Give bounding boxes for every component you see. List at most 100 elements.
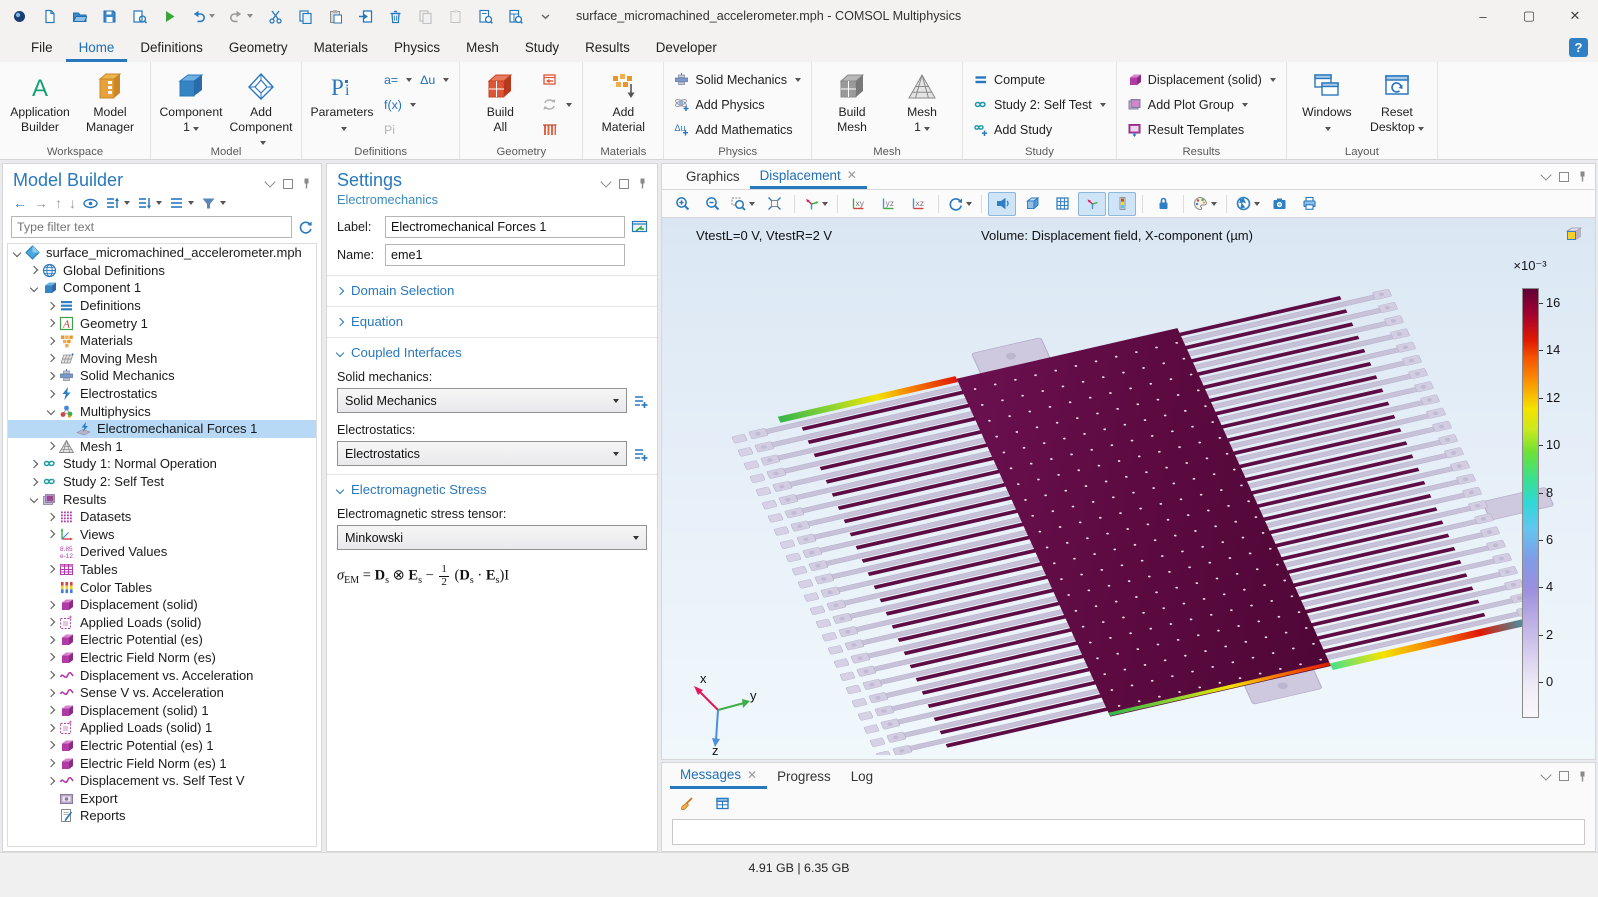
ribbon-tab-materials[interactable]: Materials xyxy=(301,35,381,62)
show-icon[interactable] xyxy=(83,196,98,211)
color-palette-icon[interactable] xyxy=(1190,192,1220,216)
solid-mechanics-select[interactable]: Solid Mechanics xyxy=(337,388,627,413)
tree-item-study-2-self-test[interactable]: Study 2: Self Test xyxy=(8,473,316,491)
tree-item-electric-field-norm-es-[interactable]: Electric Field Norm (es) xyxy=(8,649,316,667)
panel-pin-icon[interactable] xyxy=(302,178,311,189)
f(x)-button[interactable]: f(x) xyxy=(380,92,420,117)
tree-item-displacement-vs-acceleration[interactable]: Displacement vs. Acceleration xyxy=(8,666,316,684)
add-component[interactable]: AddComponent xyxy=(227,67,295,151)
ribbon-tab-physics[interactable]: Physics xyxy=(381,35,453,62)
section-electromagnetic-stress[interactable]: Electromagnetic Stress xyxy=(327,474,657,499)
move-down-icon[interactable] xyxy=(137,196,162,211)
paste-icon[interactable] xyxy=(322,4,348,28)
ribbon-collapse-icon[interactable] xyxy=(532,4,558,28)
disabled-copy-icon[interactable] xyxy=(412,4,438,28)
graphics-canvas[interactable]: VtestL=0 V, VtestR=2 V Volume: Displacem… xyxy=(661,218,1596,760)
refresh-icon[interactable] xyxy=(298,220,313,235)
ribbon-tab-definitions[interactable]: Definitions xyxy=(127,35,216,62)
tree-item-displacement-solid-[interactable]: Displacement (solid) xyxy=(8,596,316,614)
lock-icon[interactable] xyxy=(1149,192,1177,216)
close-tab-icon[interactable]: ✕ xyxy=(747,768,757,782)
importseq-button[interactable] xyxy=(538,67,562,92)
tab-log[interactable]: Log xyxy=(841,763,883,789)
parameters-button[interactable]: Pi Parameters xyxy=(308,67,376,136)
tab-progress[interactable]: Progress xyxy=(767,763,841,789)
add-study-button[interactable]: Add Study xyxy=(969,117,1110,142)
redo-icon[interactable] xyxy=(224,4,258,28)
rename-icon[interactable] xyxy=(631,219,649,235)
ribbon-tab-geometry[interactable]: Geometry xyxy=(216,35,301,62)
preview-table-icon[interactable] xyxy=(502,4,528,28)
collapse-icon[interactable] xyxy=(169,196,194,211)
up-icon[interactable]: ↑ xyxy=(55,195,62,211)
preview-doc-icon[interactable] xyxy=(472,4,498,28)
section-coupled-interfaces[interactable]: Coupled Interfaces xyxy=(327,337,657,362)
name-field[interactable] xyxy=(385,244,625,266)
close-tab-icon[interactable]: ✕ xyxy=(847,168,857,182)
tree-item-displacement-vs-self-test-v[interactable]: Displacement vs. Self Test V xyxy=(8,772,316,790)
ribbon-tab-file[interactable]: File xyxy=(18,35,66,62)
tree-item-component-1[interactable]: Component 1 xyxy=(8,279,316,297)
panel-float-icon[interactable] xyxy=(283,179,293,189)
close-button[interactable]: ✕ xyxy=(1552,0,1598,32)
add-interface-icon[interactable] xyxy=(633,446,649,462)
new-file-icon[interactable] xyxy=(36,4,62,28)
compute-button[interactable]: Compute xyxy=(969,67,1110,92)
label-field[interactable] xyxy=(385,216,625,238)
tree-item-surface-micromachined-accelerometer-mph[interactable]: surface_micromachined_accelerometer.mph xyxy=(8,244,316,262)
ribbon-tab-mesh[interactable]: Mesh xyxy=(453,35,512,62)
panel-float-icon[interactable] xyxy=(619,179,629,189)
open-table-icon[interactable] xyxy=(708,791,736,815)
save-view-icon[interactable] xyxy=(126,4,152,28)
move-up-icon[interactable] xyxy=(105,196,130,211)
zoom-extents-icon[interactable] xyxy=(760,192,788,216)
tree-item-global-definitions[interactable]: Global Definitions xyxy=(8,262,316,280)
tree-item-mesh-1[interactable]: Mesh 1 xyxy=(8,438,316,456)
copy-icon[interactable] xyxy=(292,4,318,28)
tree-item-views[interactable]: Views xyxy=(8,526,316,544)
clear-broom-icon[interactable] xyxy=(672,791,700,815)
ribbon-tab-developer[interactable]: Developer xyxy=(643,35,730,62)
panel-menu-icon[interactable] xyxy=(1540,769,1551,780)
tree-item-color-tables[interactable]: Color Tables xyxy=(8,578,316,596)
transparency-icon[interactable] xyxy=(988,192,1016,216)
environment-icon[interactable] xyxy=(1233,192,1263,216)
add-interface-icon[interactable] xyxy=(633,393,649,409)
tree-item-results[interactable]: Results xyxy=(8,490,316,508)
application-builder[interactable]: A ApplicationBuilder xyxy=(6,67,74,136)
plot-window-icon[interactable] xyxy=(1565,226,1583,242)
ribbon-tab-results[interactable]: Results xyxy=(572,35,643,62)
filter-icon[interactable] xyxy=(201,196,226,211)
save-icon[interactable] xyxy=(96,4,122,28)
rotate-icon[interactable] xyxy=(945,192,975,216)
tree-item-reports[interactable]: Reports xyxy=(8,807,316,825)
panel-pin-icon[interactable] xyxy=(638,178,647,189)
tree-item-materials[interactable]: Materials xyxy=(8,332,316,350)
add-mathematics-button[interactable]: ΔuAdd Mathematics xyxy=(670,117,805,142)
tree-item-electric-potential-es-[interactable]: Electric Potential (es) xyxy=(8,631,316,649)
tree-item-definitions[interactable]: Definitions xyxy=(8,297,316,315)
disabled-paste-icon[interactable] xyxy=(442,4,468,28)
view-xy-icon[interactable]: xy xyxy=(844,192,872,216)
panel-pin-icon[interactable] xyxy=(1578,171,1587,182)
electrostatics-select[interactable]: Electrostatics xyxy=(337,441,627,466)
section-domain-selection[interactable]: Domain Selection xyxy=(327,275,657,300)
color-legend-icon[interactable] xyxy=(1108,192,1136,216)
forward-icon[interactable]: → xyxy=(34,195,48,211)
show-axis-icon[interactable] xyxy=(1078,192,1106,216)
default-view-icon[interactable] xyxy=(801,192,831,216)
tree-item-applied-loads-solid-[interactable]: * Applied Loads (solid) xyxy=(8,613,316,631)
back-icon[interactable]: ← xyxy=(13,195,27,211)
Δu-button[interactable]: Δu xyxy=(416,67,453,92)
study-2-self-test-button[interactable]: Study 2: Self Test xyxy=(969,92,1110,117)
panel-pin-icon[interactable] xyxy=(1578,771,1587,782)
tree-item-sense-v-vs-acceleration[interactable]: Sense V vs. Acceleration xyxy=(8,684,316,702)
tree-item-electric-potential-es-1[interactable]: Electric Potential (es) 1 xyxy=(8,737,316,755)
panel-menu-icon[interactable] xyxy=(1540,169,1551,180)
tree-item-solid-mechanics[interactable]: Solid Mechanics xyxy=(8,367,316,385)
panel-float-icon[interactable] xyxy=(1559,172,1569,182)
help-icon[interactable]: ? xyxy=(1569,38,1588,57)
open-folder-icon[interactable] xyxy=(66,4,92,28)
tree-item-derived-values[interactable]: 8.85e-12 Derived Values xyxy=(8,543,316,561)
solid-mechanics-button[interactable]: Solid Mechanics xyxy=(670,67,805,92)
